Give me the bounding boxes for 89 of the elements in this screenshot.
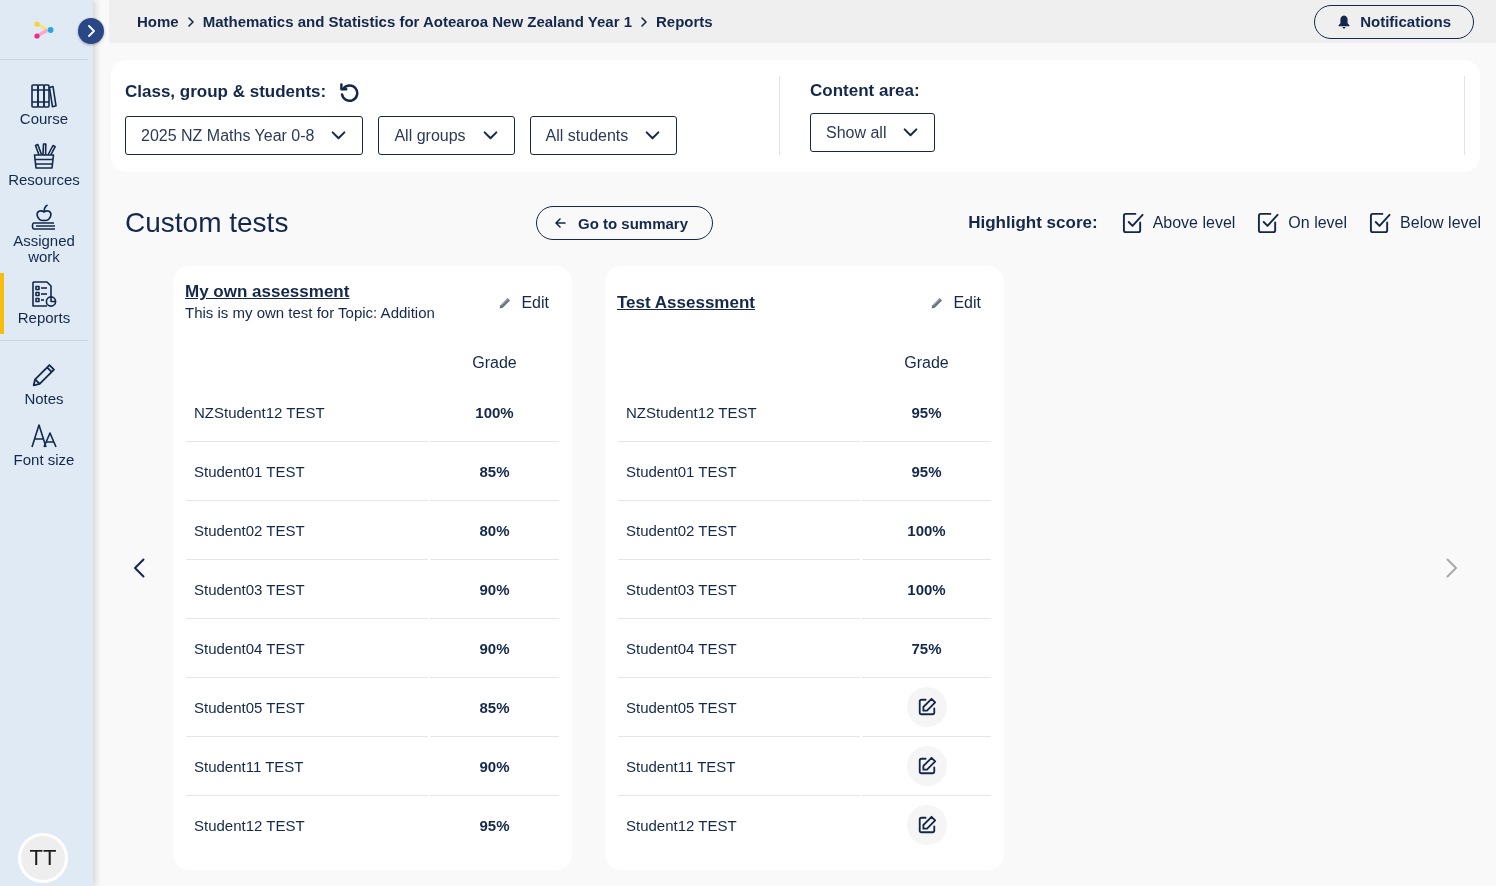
table-cell: 85% (430, 678, 559, 737)
filter-label: Class, group & students: (125, 82, 327, 102)
edit-icon (916, 756, 937, 776)
sidebar-tool-item[interactable]: Font size (0, 415, 88, 476)
table-cell: 95% (862, 383, 991, 442)
table-cell: Student05 TEST (186, 678, 428, 737)
previous-button[interactable] (133, 558, 145, 578)
chevron-right-icon (641, 16, 647, 27)
table-cell-text: 95% (478, 815, 511, 836)
sidebar-nav-item[interactable]: Assigned work (0, 196, 88, 273)
apple-book-icon (31, 204, 57, 230)
dropdown[interactable]: Show all (810, 113, 936, 152)
dropdown[interactable]: 2025 NZ Maths Year 0-8 (125, 116, 364, 155)
highlight-label: Highlight score: (968, 213, 1098, 233)
bell-icon (1338, 14, 1351, 29)
sidebar-tool-item[interactable]: Notes (0, 354, 88, 415)
table-cell: 100% (862, 501, 991, 560)
chevron-right-icon (1446, 558, 1458, 578)
breadcrumb-link[interactable]: Reports (656, 13, 713, 30)
table-cell: Student05 TEST (618, 678, 860, 737)
checkbox-label[interactable]: Above level (1152, 214, 1236, 232)
dropdown[interactable]: All groups (378, 116, 515, 155)
chevron-down-icon (903, 128, 919, 137)
table-cell: NZStudent12 TEST (186, 383, 428, 442)
enter-grade-button[interactable] (906, 687, 947, 727)
test-description: This is my own test for Topic: Addition (185, 303, 435, 323)
chevron-left-icon (133, 558, 145, 578)
sidebar-nav-item[interactable]: Reports (0, 273, 88, 334)
table-cell: Student04 TEST (618, 619, 860, 678)
chevron-right-icon (187, 16, 194, 27)
column-header: Grade (471, 353, 518, 373)
table-cell: 75% (862, 619, 991, 678)
table-cell: 80% (430, 501, 559, 560)
table-cell: Student04 TEST (186, 619, 428, 678)
chevron-down-icon (645, 131, 661, 140)
table-cell: Student01 TEST (618, 442, 860, 501)
report-icon (31, 281, 57, 307)
chevron-right-icon (87, 25, 95, 37)
table-cell-text: Student12 TEST (193, 815, 306, 836)
table-cell-text: Student12 TEST (625, 815, 738, 836)
font-size-icon (31, 423, 57, 449)
expand-button[interactable] (78, 18, 104, 44)
table-cell: Student03 TEST (618, 560, 860, 619)
table-cell: 85% (430, 442, 559, 501)
test-title-link[interactable]: Test Assessment (617, 293, 755, 313)
pencil-icon (931, 297, 944, 309)
chevron-down-icon (482, 131, 498, 140)
logo-icon (34, 20, 54, 39)
checkbox[interactable] (1369, 212, 1392, 234)
table-cell: Student02 TEST (186, 501, 428, 560)
sidebar-nav-item[interactable]: Course (0, 74, 88, 135)
table-cell: 95% (862, 442, 991, 501)
page-heading: Custom tests (125, 206, 290, 240)
checkbox[interactable] (1121, 212, 1144, 234)
enter-grade-button[interactable] (906, 746, 947, 786)
table-cell: 90% (430, 560, 559, 619)
checkbox-label[interactable]: On level (1288, 214, 1348, 232)
edit-button[interactable]: Edit (931, 294, 981, 312)
filter-label: Content area: (810, 81, 920, 101)
reset-icon[interactable] (339, 81, 361, 103)
checkbox-label[interactable]: Below level (1400, 214, 1481, 232)
table-cell: Student02 TEST (618, 501, 860, 560)
breadcrumb-link[interactable]: Home (137, 13, 179, 30)
column-header: Grade (903, 353, 950, 373)
table-cell: 100% (430, 383, 559, 442)
table-cell: Student03 TEST (186, 560, 428, 619)
edit-button[interactable]: Edit (499, 294, 549, 312)
chevron-down-icon (331, 131, 347, 140)
table-cell: NZStudent12 TEST (618, 383, 860, 442)
pencil-icon (499, 297, 512, 309)
table-cell: 100% (862, 560, 991, 619)
checkbox[interactable] (1257, 212, 1280, 234)
books-icon (31, 82, 57, 108)
table-cell: 90% (430, 619, 559, 678)
edit-icon (916, 815, 937, 835)
pencil-cup-icon (31, 143, 57, 169)
table-cell: Student01 TEST (186, 442, 428, 501)
table-cell: Student11 TEST (186, 737, 428, 796)
table-cell: Student11 TEST (618, 737, 860, 796)
breadcrumb-link[interactable]: Mathematics and Statistics for Aotearoa New Zealand Year 1 (202, 13, 632, 30)
enter-grade-button[interactable] (906, 805, 947, 845)
arrow-left-icon (555, 218, 566, 228)
pencil-icon (31, 362, 57, 388)
dropdown[interactable]: All students (529, 116, 678, 155)
sidebar-nav-item[interactable]: Resources (0, 135, 88, 196)
table-cell: 90% (430, 737, 559, 796)
test-title-link[interactable]: My own assessment (185, 282, 350, 302)
user-avatar[interactable]: TT (18, 833, 68, 883)
edit-icon (916, 697, 937, 717)
